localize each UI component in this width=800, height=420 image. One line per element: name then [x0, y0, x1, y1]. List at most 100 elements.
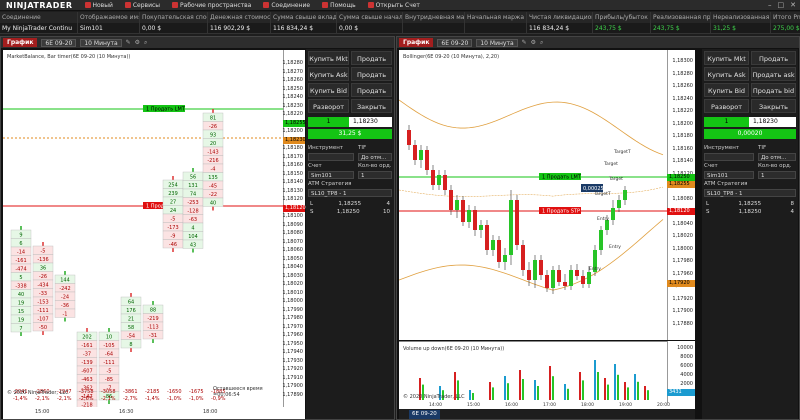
- atm-row[interactable]: L 1,18255 8: [706, 201, 794, 209]
- menu-connections[interactable]: Соединение: [263, 2, 310, 9]
- footprint-value: -46: [169, 242, 177, 248]
- volume-bar: [492, 387, 494, 400]
- sell-ask-button[interactable]: Продать ask: [751, 67, 796, 81]
- sell-bid-button[interactable]: Продать bid: [751, 83, 796, 97]
- accounts-column-header[interactable]: Чистая ликвидационна: [527, 12, 593, 23]
- minimize-icon[interactable]: –: [768, 1, 772, 9]
- sell-ask-button[interactable]: Продать Ask: [351, 67, 392, 93]
- account-select[interactable]: Sim101: [308, 171, 354, 179]
- price-tick: 1,18260: [672, 83, 693, 89]
- price-tick: 1,18140: [672, 158, 693, 164]
- left-chart-toolbar: График 6E 09-20 10 Минута ✎ ⚙ ⌕: [1, 37, 394, 48]
- price-tick: 1,18230: [282, 102, 303, 109]
- accounts-column-header[interactable]: Прибыль/убыток до вы: [593, 12, 651, 23]
- accounts-column-header[interactable]: Внутридневная маржа: [403, 12, 465, 23]
- close-position-button[interactable]: Закрыть: [751, 99, 796, 113]
- sell-market-button[interactable]: Продать Mkt: [351, 51, 392, 77]
- left-plot-area[interactable]: MarketBalance, Bar timer(6E 09-20 (10 Ми…: [3, 50, 283, 407]
- atm-row[interactable]: S 1,18250 10: [310, 209, 390, 217]
- close-position-button[interactable]: Закрыть: [351, 99, 392, 113]
- accounts-column-header[interactable]: Денежная стоимость: [208, 12, 271, 23]
- volume-bar: [549, 366, 551, 400]
- accounts-grid: Соединение Отображаемое имя Покупательская…: [0, 12, 800, 34]
- left-interval-select[interactable]: 10 Минута: [80, 38, 122, 47]
- accounts-column-header[interactable]: Отображаемое имя: [78, 12, 140, 23]
- footprint-value: 43: [190, 242, 196, 248]
- right-chart-toolbar: График 6E 09-20 10 Минута ✎ ⚙ ⌕: [397, 37, 799, 48]
- position-qty: 1: [704, 117, 749, 127]
- buy-ask-button[interactable]: Купить Ask: [704, 67, 749, 81]
- menu-workspaces[interactable]: Рабочие пространства: [172, 2, 251, 9]
- accounts-cell: 116 834,24 $: [527, 23, 593, 34]
- menu-open-account[interactable]: Открыть Счет: [367, 2, 420, 9]
- bar-delta: -1675: [189, 389, 204, 395]
- drawing-tools-icon[interactable]: ✎: [522, 39, 527, 46]
- accounts-column-header[interactable]: Покупательская способ: [140, 12, 208, 23]
- footprint-value: 10: [106, 334, 112, 340]
- volume-panel[interactable]: Volume up down(6E 09-20 (10 Минута)) © 2…: [399, 341, 667, 403]
- instrument-tab[interactable]: 6E 09-20: [409, 410, 440, 419]
- buy-ask-button[interactable]: Купить Ask: [308, 67, 349, 81]
- reverse-button[interactable]: Разворот: [308, 99, 349, 113]
- atm-strategy-select[interactable]: SL10_TP8 - 1: [704, 189, 796, 197]
- accounts-cell: 243,75 $: [651, 23, 711, 34]
- footprint-value: -463: [81, 377, 92, 383]
- atm-strategy-select[interactable]: SL10_TP8 - 1: [308, 189, 392, 197]
- left-instrument-select[interactable]: 6E 09-20: [41, 38, 77, 47]
- maximize-icon[interactable]: □: [778, 1, 785, 9]
- close-icon[interactable]: ✕: [790, 1, 796, 9]
- sell-market-button[interactable]: Продать Mkt: [751, 51, 796, 77]
- tif-select[interactable]: До отм...: [758, 153, 796, 161]
- sell-bid-button[interactable]: Продать Bid: [351, 83, 392, 109]
- right-copyright: © 2020 NinjaTrader, LLC: [403, 394, 465, 400]
- volume-bar: [597, 372, 599, 400]
- buy-market-button[interactable]: Купить Mkt: [704, 51, 749, 65]
- buy-bid-button[interactable]: Купить Bid: [704, 83, 749, 97]
- left-price-axis[interactable]: 1,18280 1,18270 1,18260 1,18250 1,18240 1,182…: [282, 50, 306, 407]
- volume-bar: [522, 379, 524, 400]
- position-price: 1,18230: [749, 117, 796, 127]
- account-select[interactable]: Sim101: [704, 171, 754, 179]
- accounts-column-header[interactable]: Сумма свыше вкладыв: [271, 12, 337, 23]
- atm-row[interactable]: L 1,18255 4: [310, 201, 390, 209]
- right-interval-select[interactable]: 10 Минута: [476, 38, 518, 47]
- footprint-value: 176: [126, 308, 136, 314]
- order-qty-field[interactable]: 1: [358, 171, 392, 179]
- menu-tools-label: Сервисы: [132, 1, 161, 9]
- menu-help[interactable]: Помощь: [322, 2, 356, 9]
- right-price-panel[interactable]: Bollinger(6E 09-20 (10 Минута), 2,20) 1 …: [399, 50, 667, 340]
- zoom-icon[interactable]: ⌕: [540, 39, 543, 47]
- reverse-button[interactable]: Разворот: [704, 99, 749, 113]
- tif-select[interactable]: До отм...: [358, 153, 392, 161]
- footprint-value: 239: [168, 191, 178, 197]
- accounts-column-header[interactable]: Соединение: [0, 12, 78, 23]
- right-price-axis[interactable]: 1,18300 1,18280 1,18260 1,18240 1,18220 1,182…: [667, 50, 695, 340]
- left-chart-tab[interactable]: График: [3, 38, 38, 47]
- instrument-field[interactable]: [704, 153, 754, 161]
- buy-market-button[interactable]: Купить Mkt: [308, 51, 349, 65]
- accounts-column-header[interactable]: Сумма свыше начальн: [337, 12, 403, 23]
- indicators-icon[interactable]: ⚙: [531, 39, 536, 46]
- accounts-column-header[interactable]: Реализованная прибы: [651, 12, 711, 23]
- order-qty-field[interactable]: 1: [758, 171, 796, 179]
- menu-connections-label: Соединение: [271, 1, 311, 9]
- right-chart-tab[interactable]: График: [399, 38, 434, 47]
- accounts-column-header[interactable]: Итого PnL: [771, 12, 800, 23]
- drawing-tools-icon[interactable]: ✎: [126, 39, 131, 46]
- footprint-value: -136: [37, 257, 48, 263]
- buy-bid-button[interactable]: Купить Bid: [308, 83, 349, 97]
- footprint-value: -105: [103, 343, 114, 349]
- zoom-icon[interactable]: ⌕: [144, 39, 147, 47]
- right-instrument-select[interactable]: 6E 09-20: [437, 38, 473, 47]
- accounts-column-header[interactable]: Начальная маржа: [465, 12, 527, 23]
- candle-body: [515, 200, 519, 245]
- accounts-column-header[interactable]: Нереализованная приб: [711, 12, 771, 23]
- menu-tools[interactable]: Сервисы: [124, 1, 161, 9]
- atm-row[interactable]: S 1,18250 4: [706, 209, 794, 217]
- instrument-field[interactable]: [308, 153, 354, 161]
- indicators-icon[interactable]: ⚙: [135, 39, 140, 46]
- accounts-row[interactable]: My NinjaTrader Continu Sim101 0,00 $116 90…: [0, 23, 800, 34]
- menu-new[interactable]: Новый: [84, 2, 113, 9]
- accounts-cell: 116 834,24 $: [271, 23, 337, 34]
- trade-annotation: TargetT: [593, 191, 611, 197]
